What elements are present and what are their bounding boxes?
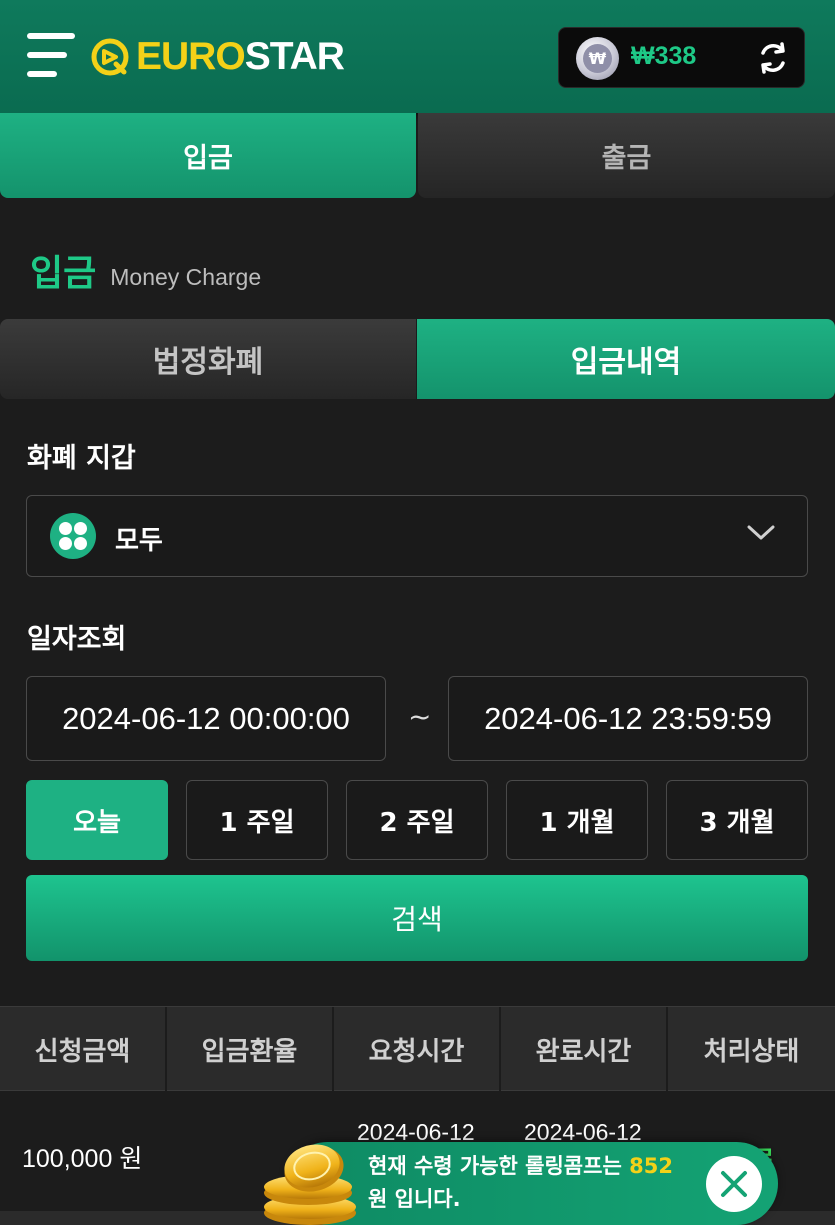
date-from-input[interactable]: 2024-06-12 00:00:00 [26, 676, 386, 761]
column-header-requested: 요청시간 [334, 1007, 501, 1092]
tab-withdraw[interactable]: 출금 [418, 113, 835, 198]
deposit-withdraw-tabs: 입금 출금 [0, 113, 835, 198]
chevron-down-icon [747, 525, 775, 540]
range-1month-button[interactable]: 1 개월 [506, 780, 648, 860]
date-separator: ~ [408, 700, 432, 733]
date-to-input[interactable]: 2024-06-12 23:59:59 [448, 676, 808, 761]
column-header-rate: 입금환율 [167, 1007, 334, 1092]
page-title-kr: 입금 [30, 253, 97, 294]
range-today-button[interactable]: 오늘 [26, 780, 168, 860]
column-header-status: 처리상태 [703, 1037, 800, 1067]
tab-deposit-history[interactable]: 입금내역 [417, 319, 835, 399]
cell-amount: 100,000 원 [22, 1145, 143, 1173]
wallet-label: 화폐 지갑 [27, 443, 136, 474]
all-grid-icon [50, 513, 96, 559]
brand-logo[interactable]: EURO STAR [90, 35, 345, 78]
wallet-dropdown[interactable]: 모두 [26, 495, 808, 577]
balance-amount: ₩338 [631, 42, 697, 70]
menu-icon[interactable] [27, 33, 75, 79]
app-header: EURO STAR ₩ ₩338 [0, 0, 835, 113]
column-header-amount: 신청금액 [0, 1007, 167, 1092]
table-header: 신청금액 입금환율 요청시간 완료시간 처리상태 [0, 1006, 835, 1092]
close-icon[interactable] [706, 1156, 762, 1212]
tab-deposit[interactable]: 입금 [0, 113, 416, 198]
toast-amount: 852 [629, 1154, 673, 1178]
tab-fiat[interactable]: 법정화폐 [0, 319, 416, 399]
refresh-icon[interactable] [755, 40, 791, 76]
range-3month-button[interactable]: 3 개월 [666, 780, 808, 860]
range-1week-button[interactable]: 1 주일 [186, 780, 328, 860]
logo-euro-text: EURO [136, 35, 246, 78]
logo-mark-icon [91, 38, 129, 76]
sub-tabs: 법정화폐 입금내역 [0, 319, 835, 399]
gold-coins-icon [264, 1144, 356, 1225]
page-title-en: Money Charge [110, 264, 262, 290]
wallet-selected-value: 모두 [115, 526, 163, 556]
won-coin-icon: ₩ [576, 37, 619, 80]
toast-message: 현재 수령 가능한 롤링콤프는 852 원 입니다. [368, 1154, 673, 1211]
column-header-completed: 완료시간 [501, 1007, 668, 1092]
logo-star-text: STAR [244, 35, 345, 78]
balance-widget: ₩ ₩338 [558, 27, 805, 88]
search-button[interactable]: 검색 [26, 875, 808, 961]
range-2week-button[interactable]: 2 주일 [346, 780, 488, 860]
date-label: 일자조회 [27, 624, 127, 655]
page-title: 입금 Money Charge [30, 244, 261, 296]
